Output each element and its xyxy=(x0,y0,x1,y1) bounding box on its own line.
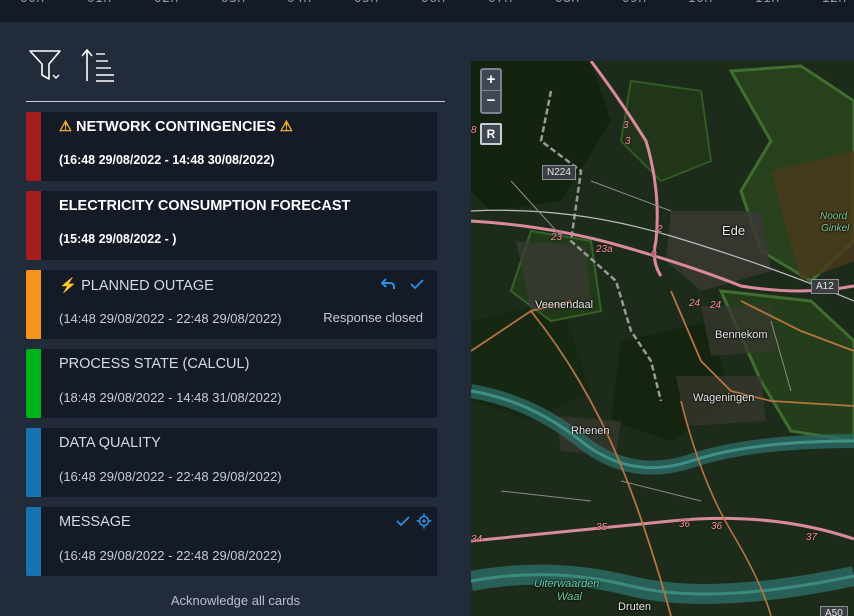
card-title: PLANNED OUTAGE xyxy=(81,278,214,294)
road-number: 36 xyxy=(711,521,723,532)
locate-icon[interactable] xyxy=(416,513,432,534)
road-number: 2 xyxy=(657,224,663,235)
map[interactable]: + − R Ede Veenendaal Bennekom Wageningen… xyxy=(471,61,854,616)
place-waal: Waal xyxy=(557,591,582,603)
severity-bar xyxy=(26,349,41,418)
severity-bar xyxy=(26,191,41,260)
card-electricity-consumption-forecast[interactable]: ELECTRICITY CONSUMPTION FORECAST (15:48 … xyxy=(26,191,437,260)
timeline[interactable]: 00h 01h 02h 03h 04h 05h 06h 07h 08h 09h … xyxy=(0,0,854,22)
road-shield-a50: A50 xyxy=(820,606,848,616)
warning-icon: ⚠ xyxy=(59,119,72,135)
card-date: (15:48 29/08/2022 - ) xyxy=(59,232,177,246)
card-title: PROCESS STATE (CALCUL) xyxy=(59,356,250,372)
place-rhenen: Rhenen xyxy=(571,425,610,437)
card-title-row: ⚠ NETWORK CONTINGENCIES ⚠ xyxy=(59,119,293,135)
severity-bar xyxy=(26,270,41,339)
timeline-tick: 08h xyxy=(555,0,580,6)
card-data-quality[interactable]: DATA QUALITY (16:48 29/08/2022 - 22:48 2… xyxy=(26,428,437,497)
reset-view-button[interactable]: R xyxy=(480,123,502,145)
road-number: 35 xyxy=(596,522,608,533)
place-druten: Druten xyxy=(618,601,652,613)
zoom-control: + − xyxy=(480,68,502,114)
road-number: 8 xyxy=(471,125,477,136)
road-number: 0 xyxy=(651,249,657,260)
zoom-in-button[interactable]: + xyxy=(482,70,500,90)
timeline-tick: 02h xyxy=(154,0,179,6)
road-number: 3 xyxy=(625,136,631,147)
road-number: 36 xyxy=(679,519,691,530)
card-network-contingencies[interactable]: ⚠ NETWORK CONTINGENCIES ⚠ (16:48 29/08/2… xyxy=(26,112,437,181)
road-shield-a12: A12 xyxy=(811,279,839,294)
card-planned-outage[interactable]: ⚡ PLANNED OUTAGE (14:48 29/08/2022 - 22:… xyxy=(26,270,437,339)
timeline-tick: 12h xyxy=(822,0,847,6)
map-tiles xyxy=(471,61,854,616)
card-date: (16:48 29/08/2022 - 14:48 30/08/2022) xyxy=(59,153,275,167)
timeline-tick: 10h xyxy=(688,0,713,6)
timeline-tick: 05h xyxy=(354,0,379,6)
timeline-tick: 11h xyxy=(755,0,780,6)
place-bennekom: Bennekom xyxy=(715,329,768,341)
card-date: (18:48 29/08/2022 - 14:48 31/08/2022) xyxy=(59,390,282,405)
card-message[interactable]: MESSAGE (16:48 29/08/2022 - 22:48 29/08/… xyxy=(26,507,437,576)
severity-bar xyxy=(26,112,41,181)
timeline-tick: 00h xyxy=(20,0,45,6)
road-number: 23 xyxy=(551,232,563,243)
card-title: DATA QUALITY xyxy=(59,435,161,451)
road-number: 24 xyxy=(710,300,722,311)
card-date: (16:48 29/08/2022 - 22:48 29/08/2022) xyxy=(59,469,282,484)
lightning-icon: ⚡ xyxy=(59,278,78,294)
card-title: NETWORK CONTINGENCIES xyxy=(76,119,276,135)
road-number: 37 xyxy=(806,532,818,543)
road-shield-n224: N224 xyxy=(542,165,576,180)
filter-icon[interactable] xyxy=(28,49,64,83)
warning-icon: ⚠ xyxy=(279,119,293,135)
timeline-tick: 09h xyxy=(622,0,647,6)
place-veenendaal: Veenendaal xyxy=(535,299,594,311)
card-title: ELECTRICITY CONSUMPTION FORECAST xyxy=(59,198,351,214)
timeline-tick: 03h xyxy=(221,0,246,6)
severity-bar xyxy=(26,507,41,576)
card-date: (14:48 29/08/2022 - 22:48 29/08/2022) xyxy=(59,311,282,326)
timeline-tick: 06h xyxy=(421,0,446,6)
place-uiterwaarden: Uiterwaarden xyxy=(534,578,600,590)
place-ginkel: Ginkel xyxy=(821,223,850,234)
timeline-tick: 07h xyxy=(488,0,513,6)
timeline-tick: 01h xyxy=(87,0,112,6)
response-status: Response closed xyxy=(323,310,423,325)
place-wageningen: Wageningen xyxy=(693,392,755,404)
zoom-out-button[interactable]: − xyxy=(482,91,500,111)
card-title: MESSAGE xyxy=(59,514,131,530)
road-number: 3 xyxy=(623,120,629,131)
place-noord: Noord xyxy=(820,211,848,222)
check-icon[interactable] xyxy=(395,513,411,534)
sort-icon[interactable] xyxy=(81,48,117,83)
road-number: 24 xyxy=(689,298,701,309)
check-icon[interactable] xyxy=(409,276,425,297)
road-number: 23a xyxy=(596,244,613,255)
reply-icon[interactable] xyxy=(380,276,396,297)
timeline-tick: 04h xyxy=(287,0,312,6)
road-number: 34 xyxy=(471,534,483,545)
acknowledge-all-button[interactable]: Acknowledge all cards xyxy=(26,593,445,608)
severity-bar xyxy=(26,428,41,497)
card-title-row: ⚡ PLANNED OUTAGE xyxy=(59,277,214,294)
card-process-state[interactable]: PROCESS STATE (CALCUL) (18:48 29/08/2022… xyxy=(26,349,437,418)
card-date: (16:48 29/08/2022 - 22:48 29/08/2022) xyxy=(59,548,282,563)
place-ede: Ede xyxy=(722,223,746,238)
toolbar-divider xyxy=(26,101,445,102)
